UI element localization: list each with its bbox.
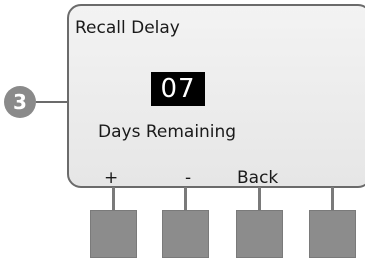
callout-leader-line <box>36 101 68 103</box>
days-remaining-label: Days Remaining <box>98 122 237 142</box>
controller-panel: Recall Delay 07 Days Remaining + - Back … <box>0 0 365 260</box>
softkey-label-minus: - <box>185 168 192 188</box>
softkey-label-plus: + <box>104 168 119 188</box>
button-connector-line <box>184 187 187 211</box>
step-callout-badge: 3 <box>4 86 36 118</box>
button-connector-line <box>331 187 334 211</box>
screen-title: Recall Delay <box>75 18 180 38</box>
plus-button[interactable] <box>90 210 137 258</box>
blank-softkey-button[interactable] <box>309 210 356 258</box>
button-connector-line <box>258 187 261 211</box>
softkey-label-back: Back <box>237 168 279 188</box>
minus-button[interactable] <box>162 210 209 258</box>
back-button[interactable] <box>236 210 283 258</box>
button-connector-line <box>112 187 115 211</box>
days-value-field[interactable]: 07 <box>151 72 205 106</box>
